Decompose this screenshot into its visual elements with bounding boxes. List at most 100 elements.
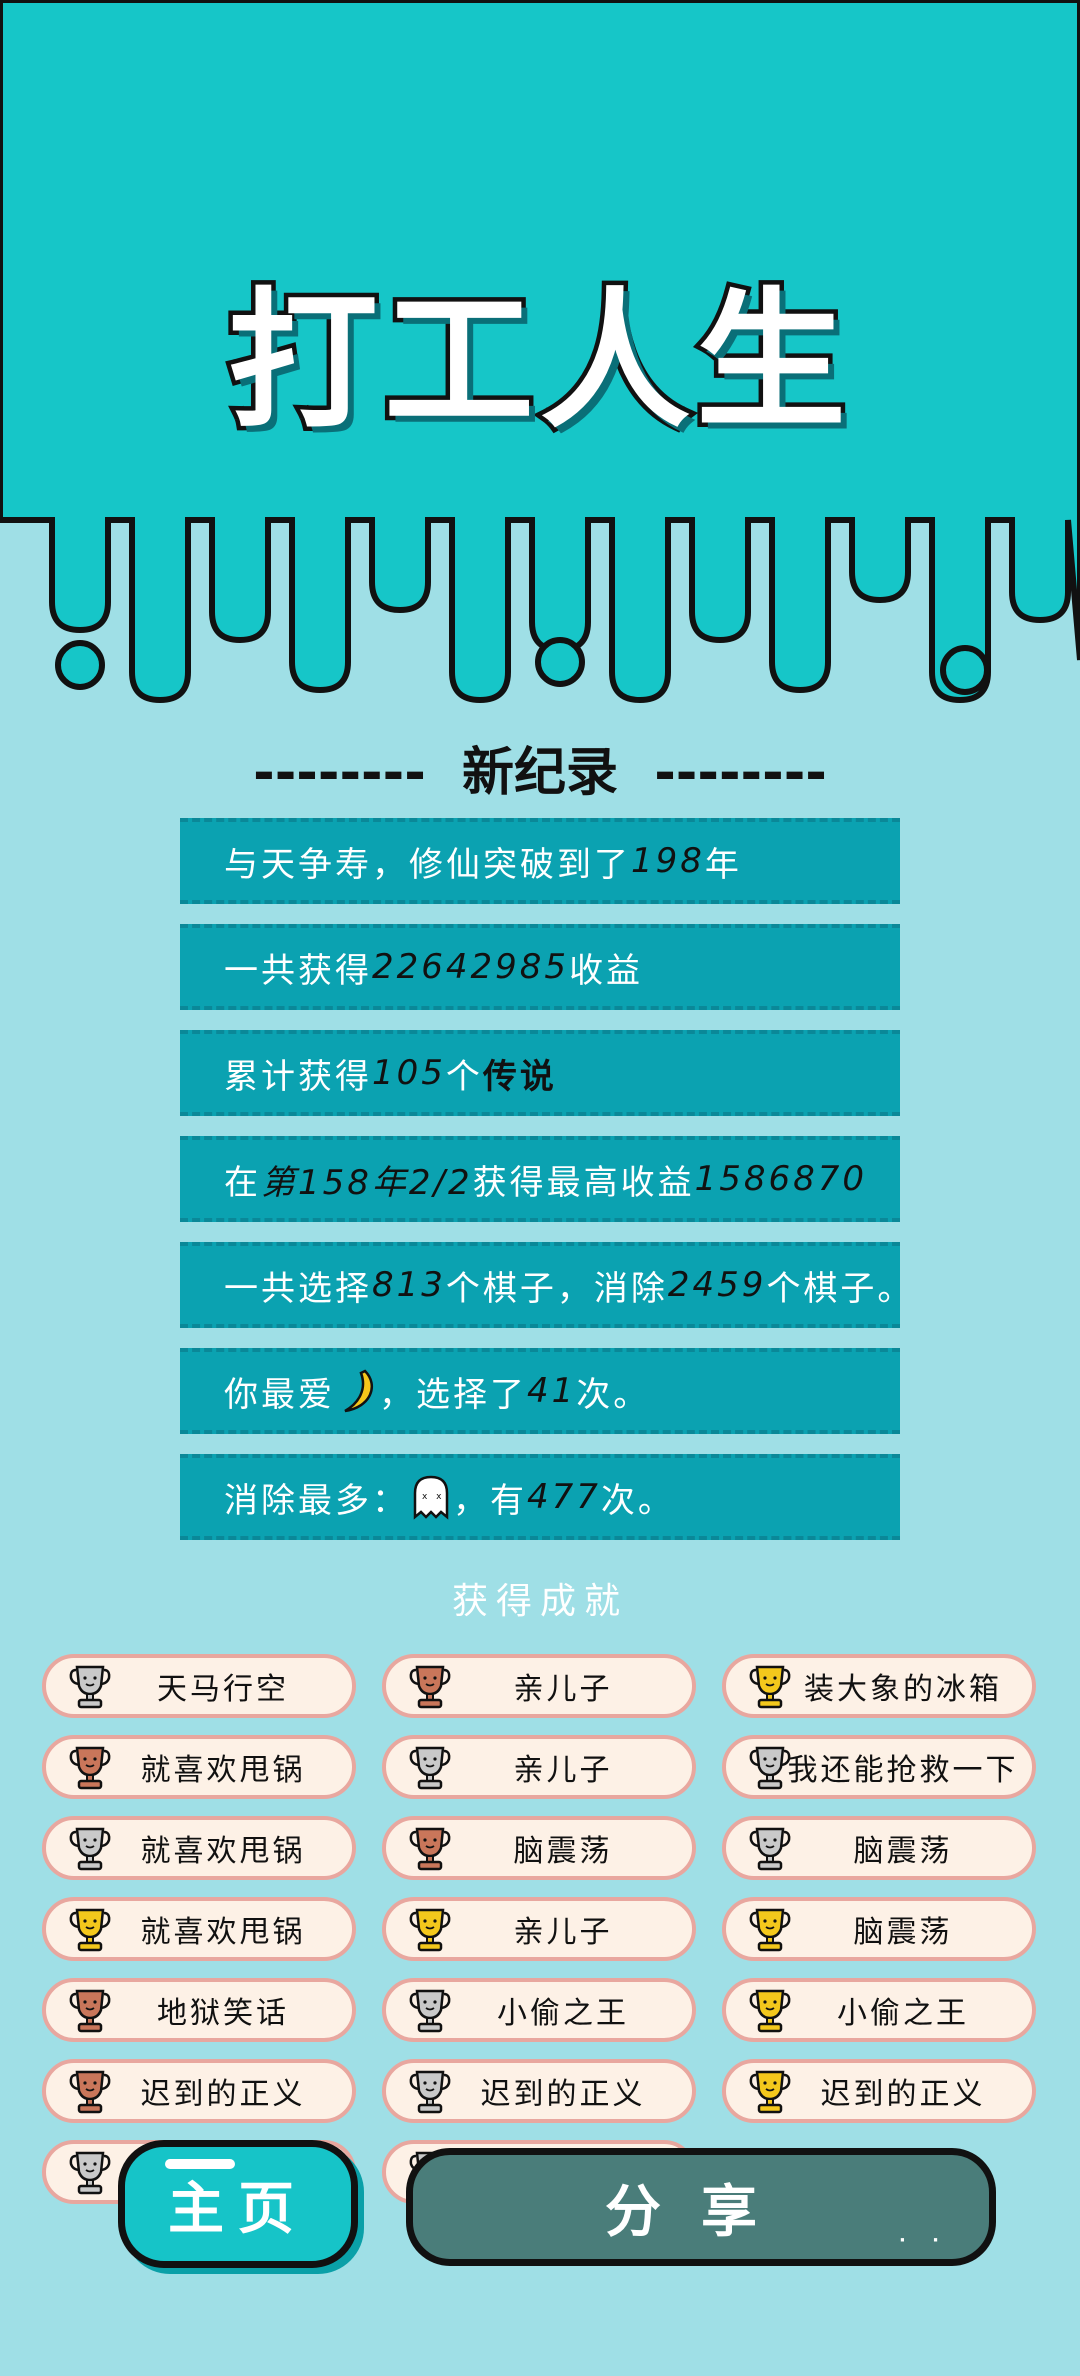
silver-trophy-icon <box>748 1745 792 1791</box>
bottom-button-bar: 主页 分享 · · <box>0 2130 1080 2280</box>
record-text: 次。 <box>576 1374 651 1415</box>
achievement-label: 迟到的正义 <box>480 2077 646 2112</box>
achievement-label: 亲儿子 <box>513 1915 613 1950</box>
achievement-badge[interactable]: 迟到的正义 <box>722 2059 1036 2123</box>
achievement-badge[interactable]: 小偷之王 <box>382 1978 696 2042</box>
record-row: 一共获得 22642985 收益 <box>180 924 900 1010</box>
bronze-trophy-icon <box>68 2069 112 2115</box>
silver-trophy-icon <box>68 1826 112 1872</box>
achievement-label: 就喜欢甩锅 <box>140 1834 306 1869</box>
record-value: 477 <box>527 1477 601 1517</box>
home-button[interactable]: 主页 <box>118 2140 358 2268</box>
achievement-badge[interactable]: 就喜欢甩锅 <box>42 1735 356 1799</box>
bronze-trophy-icon <box>408 1826 452 1872</box>
achievement-badge[interactable]: 地狱笑话 <box>42 1978 356 2042</box>
record-text: ，选择了 <box>379 1374 527 1415</box>
ghost-icon: x x <box>411 1473 451 1521</box>
bronze-trophy-icon <box>68 1988 112 2034</box>
record-text: 年 <box>704 844 742 885</box>
achievement-label: 脑震荡 <box>853 1834 953 1869</box>
record-value: 第158年2/2 <box>261 1162 473 1203</box>
achievement-label: 地狱笑话 <box>157 1996 289 2031</box>
achievement-grid: 天马行空 亲儿子 装大象的冰箱 就喜欢甩锅 亲儿子 我还能抢救一下 就喜欢甩锅 脑震荡 脑震荡就… <box>42 1654 1042 2204</box>
drip-droplet <box>55 640 105 690</box>
achievement-label: 天马行空 <box>157 1672 289 1707</box>
record-text: 在 <box>224 1162 261 1203</box>
svg-text:x x: x x <box>422 1492 445 1502</box>
achievement-badge[interactable]: 脑震荡 <box>722 1897 1036 1961</box>
achievement-label: 迟到的正义 <box>140 2077 306 2112</box>
silver-trophy-icon <box>408 2069 452 2115</box>
achievement-badge[interactable]: 亲儿子 <box>382 1654 696 1718</box>
button-highlight <box>165 2159 235 2169</box>
silver-trophy-icon <box>408 1988 452 2034</box>
game-title: 打工人生 <box>223 271 852 454</box>
achievement-badge[interactable]: 迟到的正义 <box>382 2059 696 2123</box>
share-button-label: 分享 <box>605 2179 797 2245</box>
button-decoration: · · <box>899 2230 949 2251</box>
achievement-badge[interactable]: 小偷之王 <box>722 1978 1036 2042</box>
new-record-heading: -------- 新纪录 -------- <box>253 743 827 803</box>
record-text: 消除最多： <box>224 1480 409 1521</box>
share-button[interactable]: 分享 · · <box>406 2148 996 2266</box>
achievement-badge[interactable]: 亲儿子 <box>382 1735 696 1799</box>
record-text: 个 <box>445 1056 483 1097</box>
achievements-heading: 获得成就 <box>451 1581 628 1622</box>
achievement-badge[interactable]: 天马行空 <box>42 1654 356 1718</box>
record-text: 传说 <box>482 1056 557 1097</box>
achievement-label: 小偷之王 <box>497 1996 629 2031</box>
achievement-badge[interactable]: 就喜欢甩锅 <box>42 1816 356 1880</box>
record-text: 获得最高收益 <box>472 1162 695 1203</box>
bronze-trophy-icon <box>68 1745 112 1791</box>
record-list: 与天争寿，修仙突破到了 198 年一共获得 22642985 收益 累计获得 105 个 传说… <box>180 818 900 1560</box>
record-text: 一共获得 <box>224 950 372 991</box>
record-text: ，有 <box>453 1480 527 1521</box>
record-text: 与天争寿，修仙突破到了 <box>224 844 631 885</box>
achievement-label: 亲儿子 <box>513 1753 613 1788</box>
gold-trophy-icon <box>748 1988 792 2034</box>
record-row: 消除最多： x x ，有 477 次。 <box>180 1454 900 1540</box>
record-row: 你最爱 ，选择了 41 次。 <box>180 1348 900 1434</box>
gold-trophy-icon <box>68 1907 112 1953</box>
gold-trophy-icon <box>748 2069 792 2115</box>
record-row: 累计获得 105 个 传说 <box>180 1030 900 1116</box>
drip-droplet <box>940 645 990 695</box>
record-text: 累计获得 <box>224 1056 372 1097</box>
record-value: 41 <box>527 1371 577 1411</box>
achievement-label: 小偷之王 <box>837 1996 969 2031</box>
record-row: 一共选择 813 个棋子，消除 2459 个棋子。 <box>180 1242 900 1328</box>
achievement-label: 装大象的冰箱 <box>804 1672 1002 1707</box>
silver-trophy-icon <box>408 1745 452 1791</box>
gold-trophy-icon <box>748 1907 792 1953</box>
record-text: 次。 <box>600 1480 675 1521</box>
achievement-badge[interactable]: 脑震荡 <box>722 1816 1036 1880</box>
bronze-trophy-icon <box>408 1664 452 1710</box>
achievement-label: 迟到的正义 <box>820 2077 986 2112</box>
drip-droplet <box>535 637 585 687</box>
record-text: 收益 <box>569 950 644 991</box>
achievement-badge[interactable]: 迟到的正义 <box>42 2059 356 2123</box>
record-text: 你最爱 <box>224 1374 335 1415</box>
record-value: 105 <box>372 1053 446 1093</box>
record-value: 22642985 <box>372 947 570 987</box>
achievement-label: 就喜欢甩锅 <box>140 1753 306 1788</box>
achievement-badge[interactable]: 装大象的冰箱 <box>722 1654 1036 1718</box>
achievement-badge[interactable]: 亲儿子 <box>382 1897 696 1961</box>
record-text: 个棋子。 <box>766 1268 900 1309</box>
record-value: 2459 <box>667 1265 767 1305</box>
record-text: 一共选择 <box>224 1268 372 1309</box>
silver-trophy-icon <box>748 1826 792 1872</box>
silver-trophy-icon <box>68 1664 112 1710</box>
achievement-badge[interactable]: 脑震荡 <box>382 1816 696 1880</box>
record-value: 198 <box>631 841 705 881</box>
gold-trophy-icon <box>748 1664 792 1710</box>
record-value: 813 <box>372 1265 446 1305</box>
gold-trophy-icon <box>408 1907 452 1953</box>
record-text: 个棋子，消除 <box>445 1268 668 1309</box>
record-row: 与天争寿，修仙突破到了 198 年 <box>180 818 900 904</box>
achievement-label: 亲儿子 <box>513 1672 613 1707</box>
achievement-badge[interactable]: 就喜欢甩锅 <box>42 1897 356 1961</box>
record-value: 1586870 <box>694 1159 868 1199</box>
achievement-badge[interactable]: 我还能抢救一下 <box>722 1735 1036 1799</box>
achievement-label: 脑震荡 <box>513 1834 613 1869</box>
